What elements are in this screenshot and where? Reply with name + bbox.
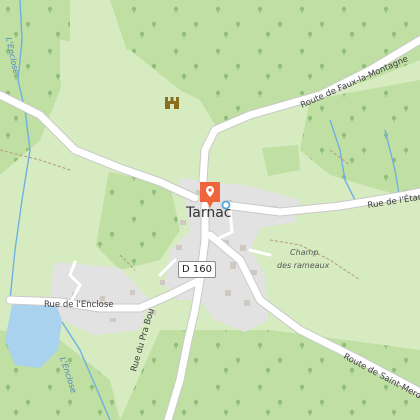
map-view[interactable]: Route de Faux-la-Montagne Rue de l'Étang… (0, 0, 420, 420)
castle-icon[interactable] (165, 97, 179, 109)
road-label-enclose: Rue de l'Enclose (44, 300, 114, 310)
place-label-rameaux: des rameaux (277, 261, 330, 270)
location-pin-icon[interactable] (198, 180, 222, 210)
route-shield: D 160 (178, 261, 216, 278)
place-dot-icon (221, 200, 231, 210)
place-label-champ: Champ (290, 248, 318, 257)
map-canvas: Route de Faux-la-Montagne Rue de l'Étang… (0, 0, 420, 420)
